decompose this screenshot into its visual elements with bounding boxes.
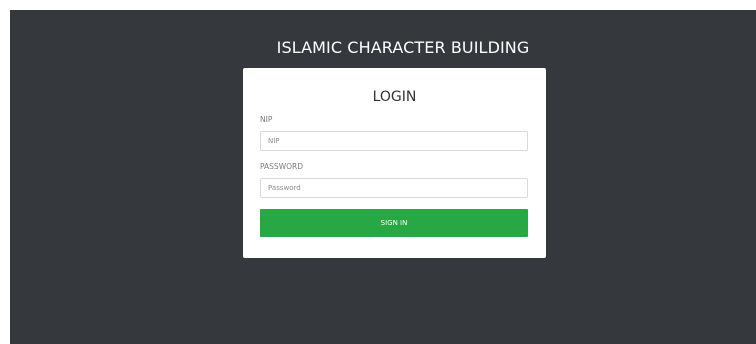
login-card: LOGIN NIP PASSWORD SIGN IN: [243, 68, 546, 258]
page-background: ISLAMIC CHARACTER BUILDING LOGIN NIP PAS…: [10, 10, 756, 344]
login-heading: LOGIN: [372, 89, 417, 105]
password-label: PASSWORD: [260, 162, 304, 171]
password-input[interactable]: [260, 178, 528, 198]
sign-in-button[interactable]: SIGN IN: [260, 209, 528, 237]
nip-label: NIP: [260, 115, 273, 124]
app-title: ISLAMIC CHARACTER BUILDING: [276, 38, 530, 57]
nip-input[interactable]: [260, 131, 528, 151]
